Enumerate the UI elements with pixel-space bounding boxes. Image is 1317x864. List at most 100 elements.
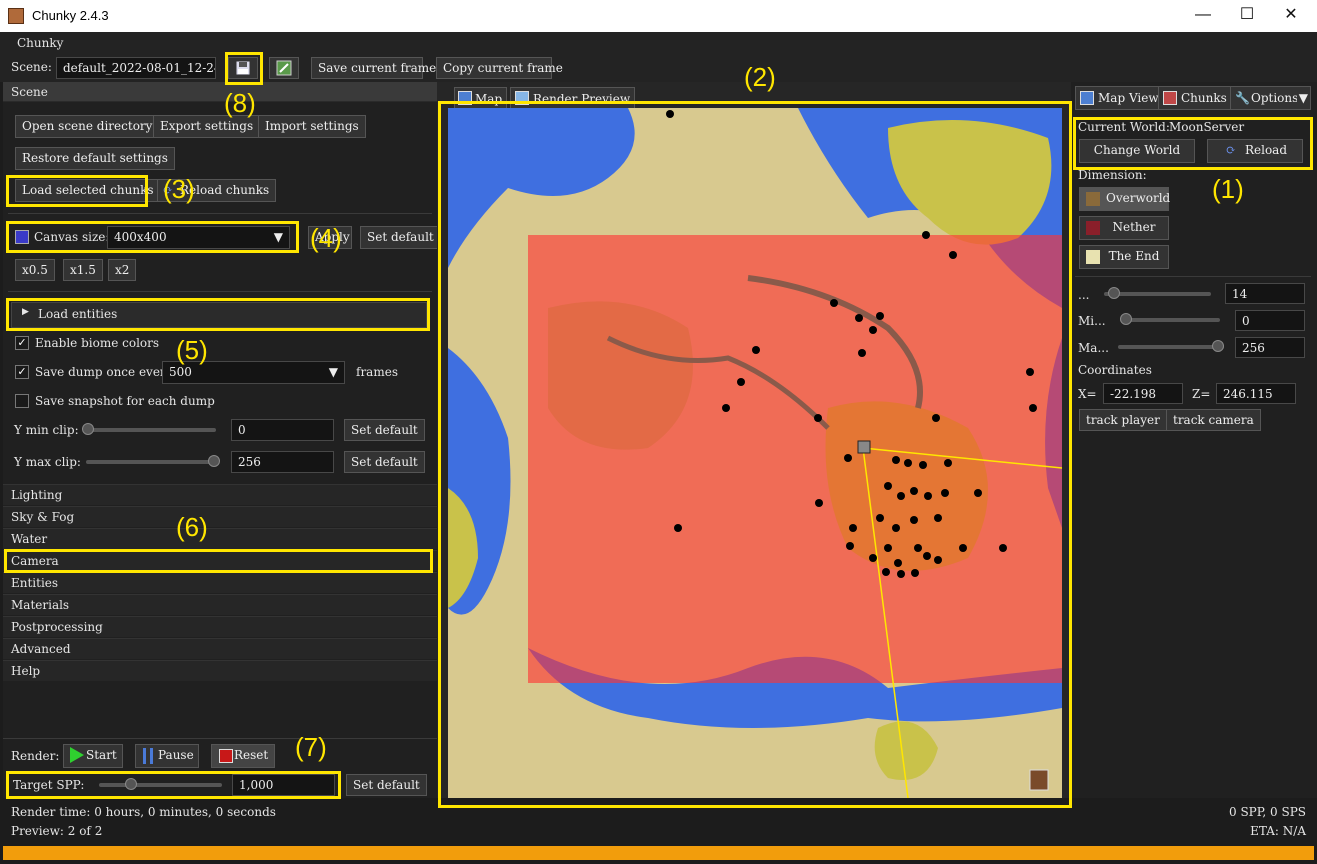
min-slider[interactable]: [1120, 313, 1220, 325]
restore-default-settings-button[interactable]: Restore default settings: [15, 147, 175, 170]
chunks-icon: [1163, 91, 1177, 105]
minimize-button[interactable]: —: [1183, 4, 1223, 28]
load-entities-label: Load entities: [38, 307, 118, 321]
canvas-size-icon: [15, 230, 29, 244]
tab-map-view[interactable]: Map View: [1075, 86, 1164, 110]
tab-map[interactable]: Map: [454, 87, 508, 109]
world-map[interactable]: [448, 108, 1062, 798]
slider-knob[interactable]: [1212, 340, 1224, 352]
target-spp-set-default-button[interactable]: Set default: [346, 774, 427, 796]
dimension-end-button[interactable]: The End: [1079, 245, 1169, 269]
maximize-button[interactable]: ☐: [1227, 4, 1267, 28]
scale-one-half-button[interactable]: x1.5: [63, 259, 103, 281]
reload-world-button[interactable]: ⟳ Reload: [1207, 139, 1303, 163]
eta-text: ETA: N/A: [1250, 824, 1306, 838]
minimap-legend-icon: [1029, 769, 1049, 791]
water-section[interactable]: Water: [3, 528, 437, 549]
scene-section-header[interactable]: Scene: [3, 82, 437, 102]
target-spp-field[interactable]: 1,000: [232, 774, 335, 796]
y-max-clip-slider[interactable]: [86, 455, 220, 467]
slider-knob[interactable]: [125, 778, 137, 790]
dimension-overworld-button[interactable]: Overworld: [1079, 187, 1171, 211]
import-settings-button[interactable]: Import settings: [258, 115, 366, 138]
tab-options-label: Options: [1251, 91, 1299, 105]
window-title: Chunky 2.4.3: [32, 8, 109, 23]
target-spp-slider[interactable]: [99, 778, 222, 790]
annotation-3: (3): [163, 174, 195, 204]
tab-chunks-label: Chunks: [1181, 91, 1227, 105]
tab-render-preview[interactable]: Render Preview: [510, 87, 636, 109]
start-render-button[interactable]: Start: [63, 744, 123, 768]
annotation-4: (4): [310, 223, 342, 253]
tab-options[interactable]: 🔧 Options ▼: [1230, 86, 1311, 110]
pause-render-button[interactable]: Pause: [135, 744, 199, 768]
tab-map-label: Map: [475, 92, 503, 106]
dump-frames-value: 500: [169, 365, 192, 379]
canvas-size-select[interactable]: 400x400 ▼: [107, 226, 290, 249]
scene-toolbar: Scene: default_2022-08-01_12-24-44 Save …: [0, 54, 1317, 82]
z-coordinate-field[interactable]: 246.115: [1216, 383, 1296, 404]
min-field[interactable]: 0: [1235, 310, 1305, 331]
slider-knob[interactable]: [208, 455, 220, 467]
save-snapshot-checkbox[interactable]: [15, 394, 29, 408]
preview-count-text: Preview: 2 of 2: [11, 824, 103, 838]
tab-chunks[interactable]: Chunks: [1158, 86, 1232, 110]
chevron-down-icon: ▼: [1296, 87, 1308, 109]
save-snapshot-label: Save snapshot for each dump: [35, 394, 215, 408]
save-current-frame-button[interactable]: Save current frame: [311, 57, 436, 79]
y-min-clip-slider[interactable]: [82, 423, 216, 435]
track-camera-button[interactable]: track camera: [1166, 409, 1261, 431]
play-icon: [70, 747, 84, 763]
max-label: Ma...: [1078, 341, 1109, 355]
help-section[interactable]: Help: [3, 660, 437, 681]
spp-text: 0 SPP, 0 SPS: [1229, 805, 1306, 819]
y-min-clip-field[interactable]: 0: [231, 419, 334, 441]
save-scene-button[interactable]: [228, 57, 258, 79]
annotation-2: (2): [744, 62, 776, 92]
advanced-section[interactable]: Advanced: [3, 638, 437, 659]
divider: [8, 213, 432, 214]
load-entities-expander[interactable]: ▶ Load entities: [11, 302, 427, 328]
max-slider[interactable]: [1118, 340, 1224, 352]
grass-block-icon: [1086, 192, 1100, 206]
close-button[interactable]: ✕: [1271, 4, 1311, 28]
scene-name-field[interactable]: default_2022-08-01_12-24-44: [56, 57, 216, 79]
materials-section[interactable]: Materials: [3, 594, 437, 615]
change-world-button[interactable]: Change World: [1079, 139, 1195, 163]
slider-knob[interactable]: [1120, 313, 1132, 325]
postprocessing-section[interactable]: Postprocessing: [3, 616, 437, 637]
scale-label: ...: [1078, 288, 1090, 302]
track-player-button[interactable]: track player: [1079, 409, 1167, 431]
open-scene-directory-button[interactable]: Open scene directory: [15, 115, 160, 138]
map-load-icon: [276, 60, 292, 76]
y-max-clip-field[interactable]: 256: [231, 451, 334, 473]
scale-field[interactable]: 14: [1225, 283, 1305, 304]
y-min-set-default-button[interactable]: Set default: [344, 419, 425, 441]
reset-render-button[interactable]: Reset: [211, 744, 275, 768]
scale-half-button[interactable]: x0.5: [15, 259, 55, 281]
max-field[interactable]: 256: [1235, 337, 1305, 358]
entities-section[interactable]: Entities: [3, 572, 437, 593]
reset-label: Reset: [234, 748, 269, 762]
camera-section[interactable]: Camera: [3, 550, 437, 571]
save-dump-checkbox[interactable]: ✓: [15, 365, 29, 379]
scale-slider[interactable]: [1104, 287, 1211, 299]
lighting-section[interactable]: Lighting: [3, 484, 437, 505]
load-selected-chunks-button[interactable]: Load selected chunks: [15, 179, 161, 202]
map-view-icon: [1080, 91, 1094, 105]
x-coordinate-field[interactable]: -22.198: [1103, 383, 1183, 404]
menu-chunky[interactable]: Chunky: [17, 36, 63, 50]
enable-biome-colors-checkbox[interactable]: ✓: [15, 336, 29, 350]
slider-knob[interactable]: [1108, 287, 1120, 299]
scale-double-button[interactable]: x2: [108, 259, 137, 281]
world-map-image[interactable]: [448, 108, 1062, 798]
dimension-nether-button[interactable]: Nether: [1079, 216, 1169, 240]
overworld-label: Overworld: [1106, 191, 1171, 205]
load-scene-button[interactable]: [269, 57, 299, 79]
copy-current-frame-button[interactable]: Copy current frame: [436, 57, 563, 79]
sky-fog-section[interactable]: Sky & Fog: [3, 506, 437, 527]
annotation-6: (6): [176, 512, 208, 542]
y-max-set-default-button[interactable]: Set default: [344, 451, 425, 473]
canvas-set-default-button[interactable]: Set default: [360, 226, 441, 249]
slider-knob[interactable]: [82, 423, 94, 435]
